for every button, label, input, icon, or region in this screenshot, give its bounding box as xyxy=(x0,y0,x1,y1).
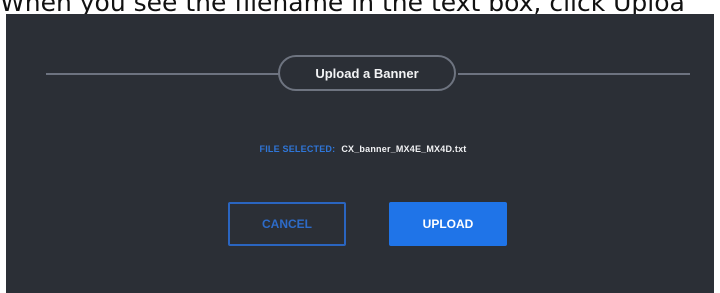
file-selected-label: FILE SELECTED: xyxy=(259,144,336,154)
file-name: CX_banner_MX4E_MX4D.txt xyxy=(341,144,467,154)
file-selected-row: FILE SELECTED: CX_banner_MX4E_MX4D.txt xyxy=(6,144,720,154)
upload-banner-dialog: Upload a Banner FILE SELECTED: CX_banner_… xyxy=(6,14,720,293)
upload-button[interactable]: UPLOAD xyxy=(389,202,507,246)
header-divider-left xyxy=(46,73,286,75)
header-divider-right xyxy=(458,73,690,75)
dialog-title: Upload a Banner xyxy=(278,55,456,91)
cancel-button[interactable]: CANCEL xyxy=(228,202,346,246)
